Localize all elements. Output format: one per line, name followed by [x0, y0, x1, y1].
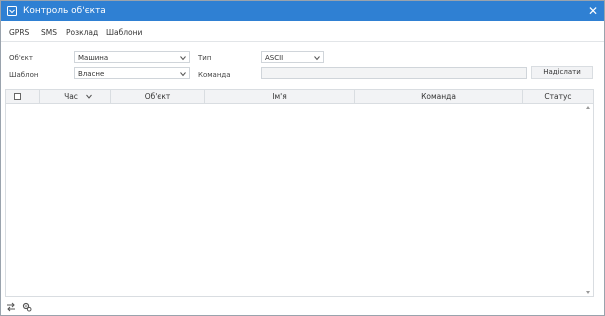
scroll-up-icon[interactable] [586, 106, 590, 109]
close-icon[interactable]: ✕ [588, 5, 598, 17]
object-control-window: Контроль об'єкта ✕ GPRS SMS Розклад Шабл… [0, 0, 605, 316]
command-input[interactable] [261, 67, 527, 79]
object-select-value: Машина [78, 54, 109, 62]
select-all-checkbox[interactable] [14, 93, 21, 100]
command-label: Команда [198, 71, 231, 79]
scroll-down-icon[interactable] [586, 291, 590, 294]
grid-scrollbar[interactable] [584, 104, 593, 296]
column-status[interactable]: Статус [523, 90, 593, 103]
column-name[interactable]: Ім'я [205, 90, 355, 103]
object-select[interactable]: Машина [74, 51, 190, 63]
gears-icon[interactable] [22, 302, 32, 312]
send-button[interactable]: Надіслати [531, 66, 593, 79]
column-name-label: Ім'я [272, 92, 287, 101]
chevron-down-icon [180, 56, 186, 61]
select-all-column [6, 90, 40, 103]
titlebar: Контроль об'єкта ✕ [1, 1, 604, 21]
monitor-icon [7, 6, 17, 16]
column-command-label: Команда [421, 92, 456, 101]
commands-grid: Час Об'єкт Ім'я Команда Статус [5, 89, 594, 297]
template-label: Шаблон [9, 71, 39, 79]
chevron-down-icon [180, 72, 186, 77]
object-label: Об'єкт [9, 54, 33, 62]
column-object[interactable]: Об'єкт [111, 90, 205, 103]
tab-sms[interactable]: SMS [41, 28, 57, 37]
window-title: Контроль об'єкта [23, 6, 106, 16]
tab-templates[interactable]: Шаблони [106, 28, 142, 37]
chevron-down-icon [86, 94, 92, 99]
swap-arrows-icon[interactable] [6, 302, 16, 312]
column-object-label: Об'єкт [144, 92, 171, 101]
tab-bar: GPRS SMS Розклад Шаблони [1, 23, 604, 42]
type-label: Тип [198, 54, 212, 62]
grid-header: Час Об'єкт Ім'я Команда Статус [6, 90, 593, 104]
type-select[interactable]: ASCII [261, 51, 324, 63]
column-time[interactable]: Час [40, 90, 111, 103]
tab-schedule[interactable]: Розклад [66, 28, 98, 37]
footer-toolbar [1, 299, 604, 315]
column-status-label: Статус [544, 92, 572, 101]
column-command[interactable]: Команда [355, 90, 523, 103]
tab-gprs[interactable]: GPRS [9, 28, 29, 37]
template-select[interactable]: Власне [74, 67, 190, 79]
column-time-label: Час [64, 92, 78, 101]
type-select-value: ASCII [265, 54, 284, 62]
template-select-value: Власне [78, 70, 105, 78]
chevron-down-icon [314, 56, 320, 61]
